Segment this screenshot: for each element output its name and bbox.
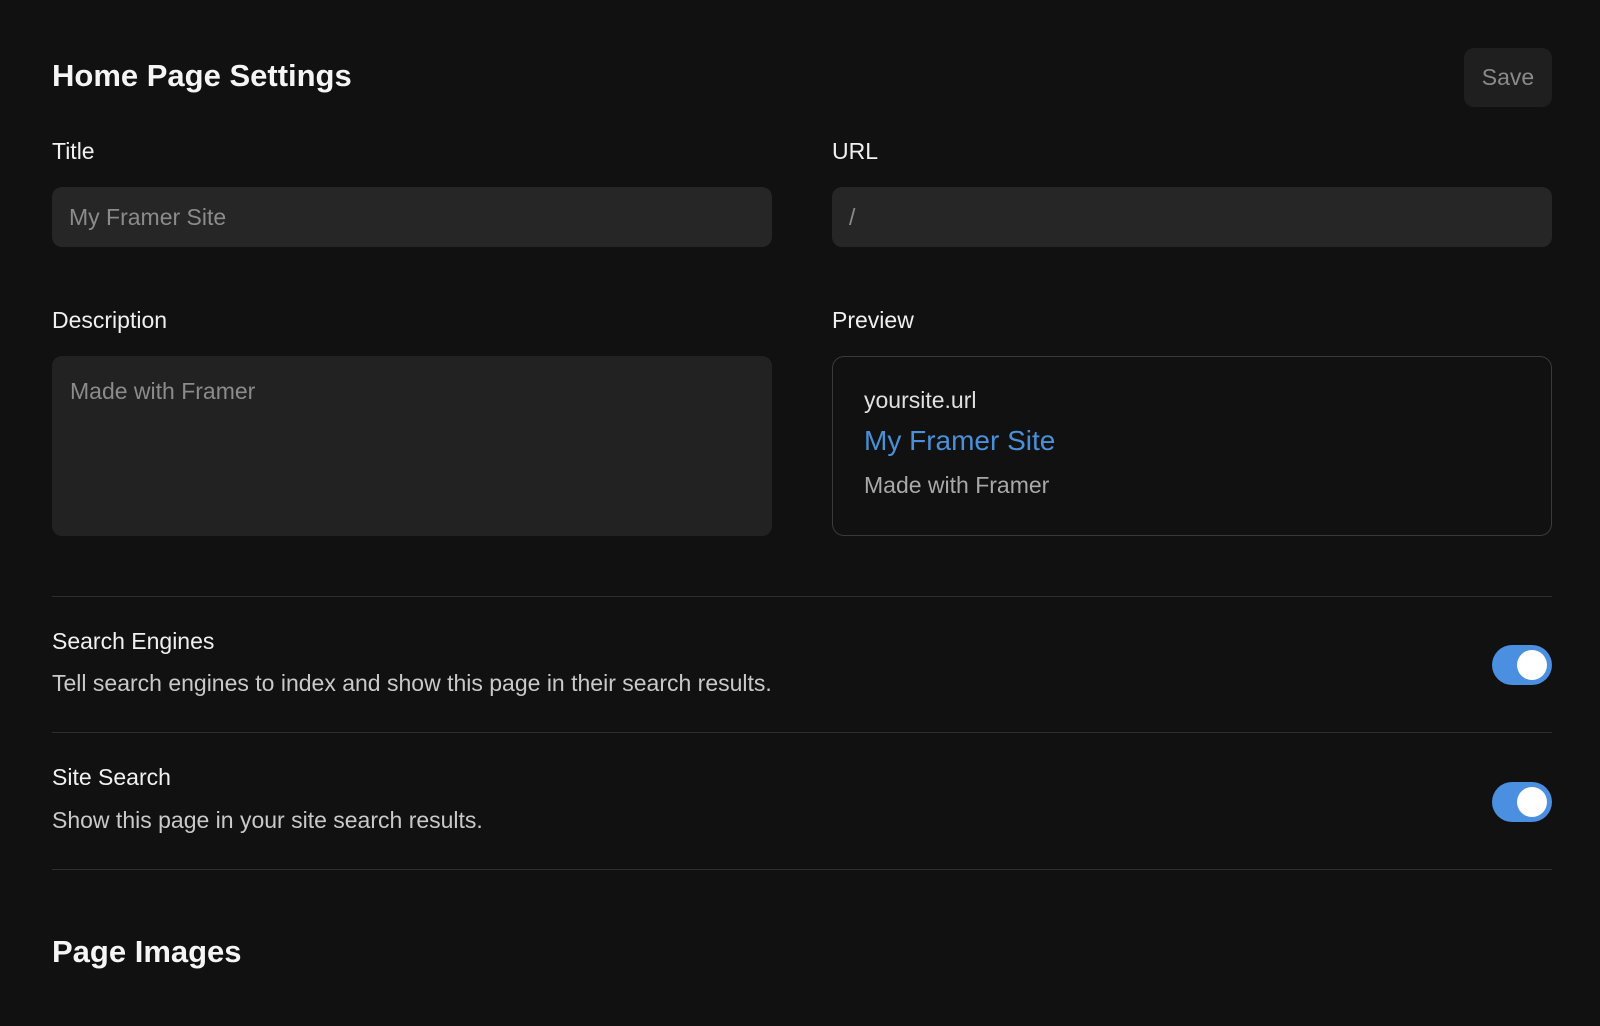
toggle-knob [1517, 650, 1547, 680]
title-label: Title [52, 138, 95, 164]
description-input[interactable] [52, 356, 772, 536]
search-engines-title: Search Engines [52, 628, 215, 654]
title-input[interactable] [52, 187, 772, 247]
site-search-description: Show this page in your site search resul… [52, 807, 483, 833]
url-label: URL [832, 138, 879, 164]
divider [52, 596, 1552, 597]
preview-label: Preview [832, 307, 914, 333]
search-engines-toggle[interactable] [1492, 645, 1552, 685]
divider [52, 732, 1552, 733]
page-title: Home Page Settings [52, 58, 352, 93]
preview-title: My Framer Site [864, 425, 1056, 456]
search-engines-description: Tell search engines to index and show th… [52, 670, 772, 696]
page-images-title: Page Images [52, 934, 242, 969]
divider [52, 869, 1552, 870]
url-input[interactable] [832, 187, 1552, 247]
toggle-knob [1517, 787, 1547, 817]
site-search-toggle[interactable] [1492, 782, 1552, 822]
preview-card: yoursite.url My Framer Site Made with Fr… [832, 356, 1552, 536]
site-search-title: Site Search [52, 764, 171, 790]
preview-description: Made with Framer [864, 472, 1050, 498]
preview-url: yoursite.url [864, 387, 977, 413]
save-button[interactable]: Save [1464, 48, 1552, 107]
description-label: Description [52, 307, 168, 333]
